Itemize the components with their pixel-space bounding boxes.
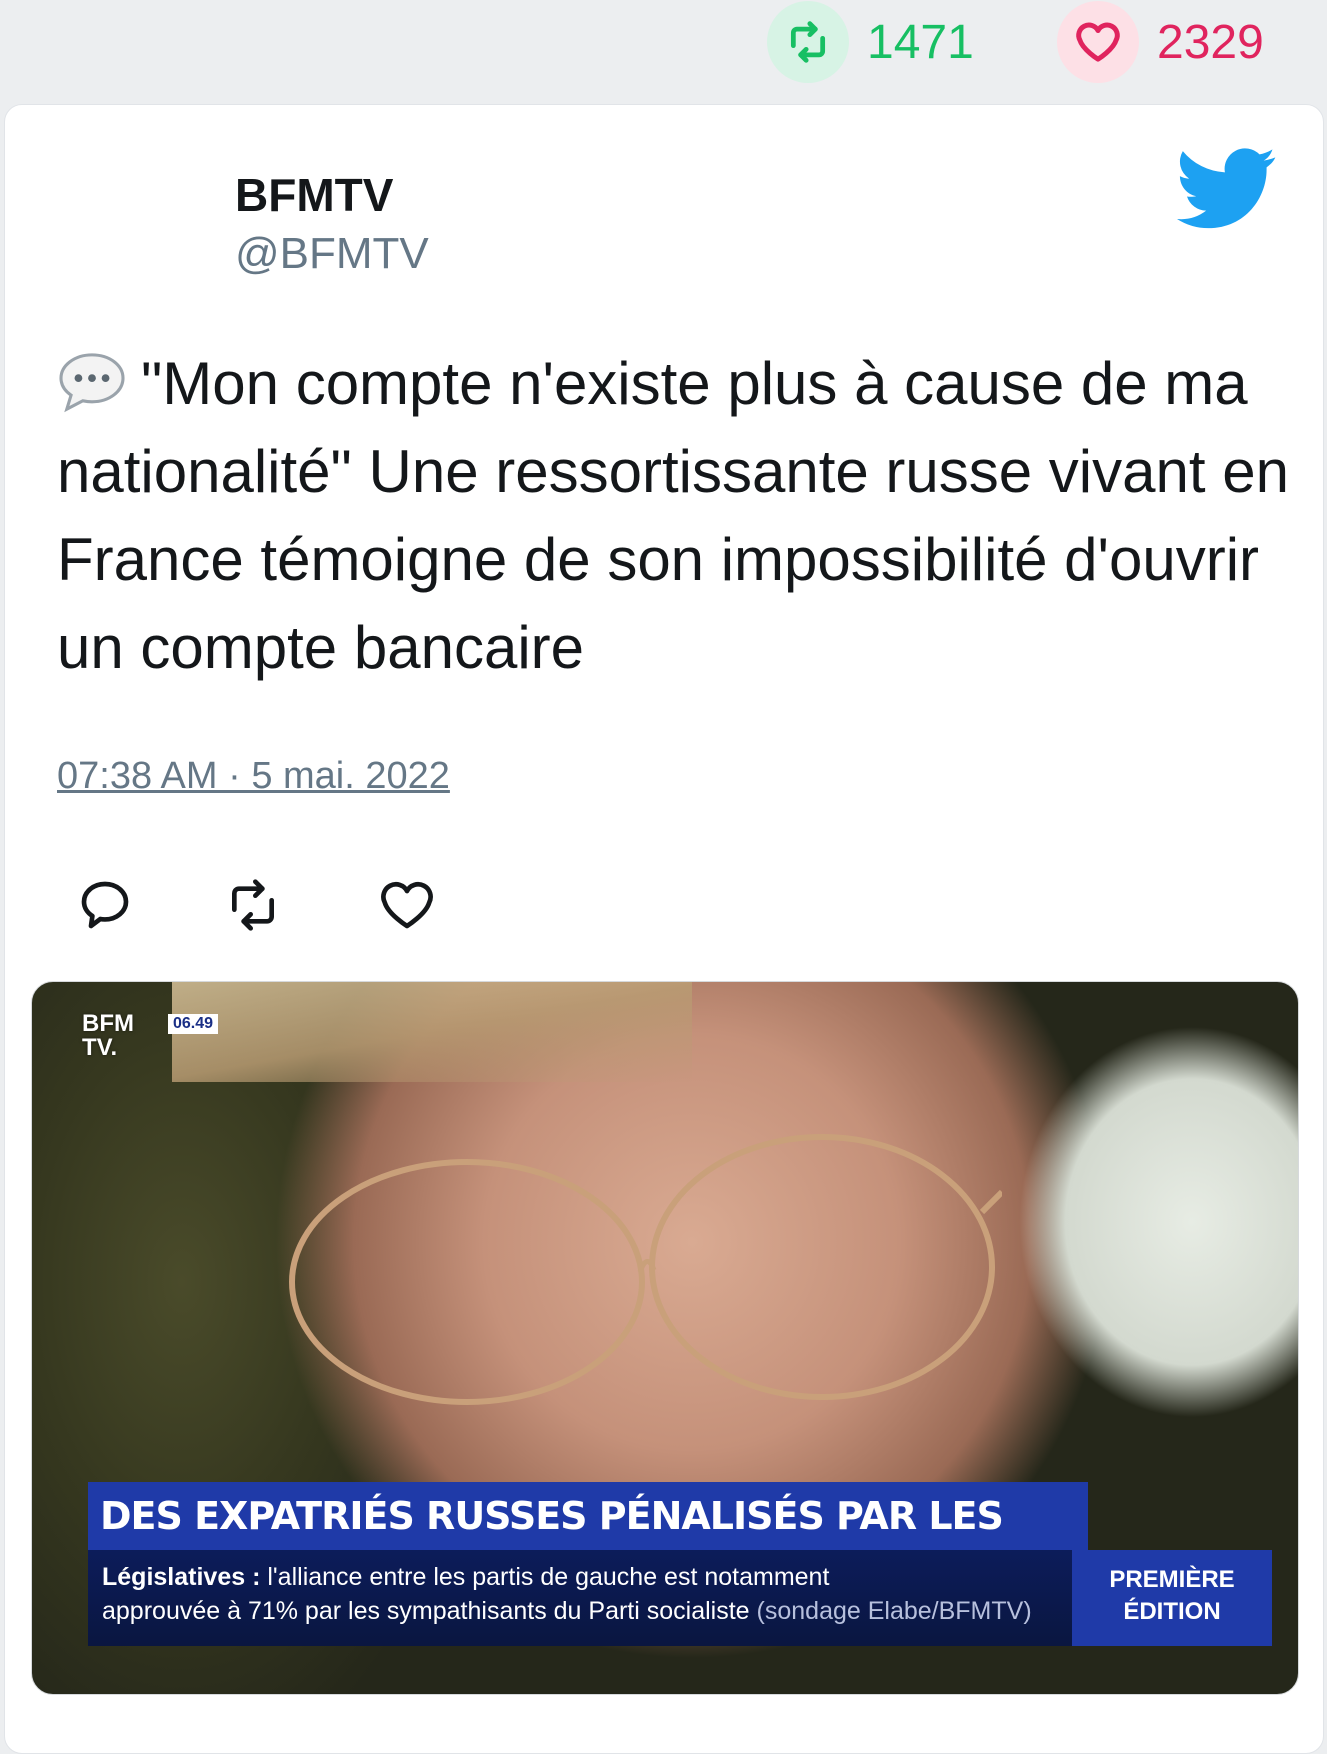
ticker-source: (sondage Elabe/BFMTV) [756, 1597, 1032, 1625]
news-ticker: Législatives : l'alliance entre les part… [88, 1550, 1088, 1646]
author-name[interactable]: BFMTV [235, 168, 393, 222]
retweet-action-icon[interactable] [225, 877, 281, 933]
tweet-card: BFMTV @BFMTV "Mon compte n'existe plus à… [4, 104, 1324, 1754]
tweet-timestamp[interactable]: 07:38 AM · 5 mai. 2022 [57, 755, 450, 798]
like-count: 2329 [1157, 15, 1264, 69]
retweet-icon[interactable] [767, 1, 849, 83]
hair-shape [172, 982, 692, 1082]
news-headline: DES EXPATRIÉS RUSSES PÉNALISÉS PAR LES B… [88, 1482, 1088, 1606]
channel-logo-line1: BFM [82, 1010, 134, 1037]
like-action-icon[interactable] [379, 877, 435, 933]
like-stat[interactable]: 2329 [1057, 0, 1264, 84]
author-handle[interactable]: @BFMTV [235, 229, 429, 279]
channel-logo: BFM TV. [82, 1012, 134, 1060]
tweet-text: "Mon compte n'existe plus à cause de ma … [57, 340, 1297, 692]
edition-line2: ÉDITION [1123, 1598, 1221, 1625]
tweet-media-image[interactable]: BFM TV. 06.49 DES EXPATRIÉS RUSSES PÉNAL… [31, 981, 1299, 1695]
twitter-bird-icon[interactable] [1177, 145, 1277, 233]
glasses-shape [289, 1134, 1002, 1405]
retweet-count: 1471 [867, 15, 974, 69]
edition-label: PREMIÈRE ÉDITION [1072, 1550, 1272, 1646]
ticker-text-2: approuvée à 71% par les sympathisants du… [102, 1597, 750, 1625]
heart-icon[interactable] [1057, 1, 1139, 83]
ticker-label: Législatives : [102, 1563, 261, 1591]
channel-logo-line2: TV. [82, 1034, 118, 1061]
reply-icon[interactable] [77, 877, 133, 933]
speech-balloon-icon [59, 353, 125, 413]
tweet-body: "Mon compte n'existe plus à cause de ma … [57, 350, 1289, 681]
retweet-stat[interactable]: 1471 [767, 0, 974, 84]
edition-line1: PREMIÈRE [1109, 1566, 1235, 1593]
avatar[interactable] [57, 165, 187, 295]
broadcast-time: 06.49 [168, 1014, 219, 1034]
ticker-text-1: l'alliance entre les partis de gauche es… [267, 1563, 830, 1591]
engagement-stats: 1471 2329 [0, 0, 1327, 100]
